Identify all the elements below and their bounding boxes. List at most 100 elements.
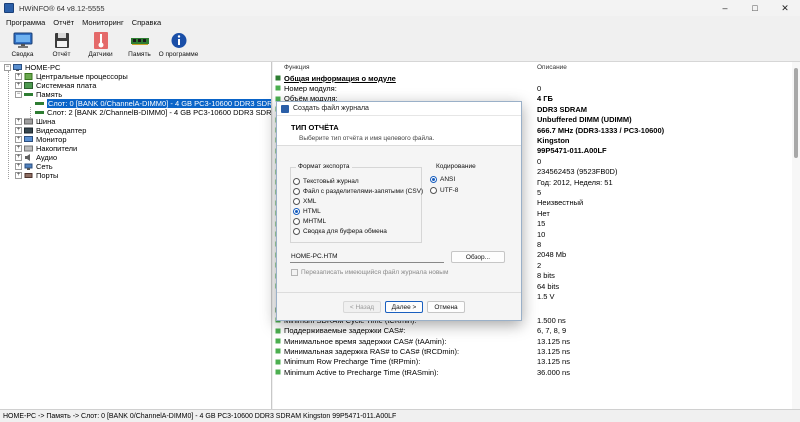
- tree-item-audio[interactable]: + Аудио: [15, 153, 57, 162]
- dialog-subtitle: Выберите тип отчёта и имя целевого файла…: [299, 135, 435, 142]
- memory-button[interactable]: Память: [120, 29, 159, 62]
- detail-value: Нет: [537, 208, 550, 218]
- radio-button[interactable]: [293, 217, 300, 225]
- detail-row[interactable]: Поддерживаемые задержки CAS#: 6, 7, 8, 9: [273, 326, 800, 336]
- column-header-function[interactable]: Функция: [284, 62, 310, 72]
- expand-icon[interactable]: +: [15, 136, 22, 143]
- encoding-label: Кодирование: [434, 163, 478, 170]
- minimize-icon[interactable]: –: [710, 0, 740, 16]
- format-clipboard-radio[interactable]: Сводка для буфера обмена: [293, 226, 387, 236]
- summary-label: Сводка: [11, 51, 34, 58]
- back-button[interactable]: < Назад: [343, 301, 381, 313]
- radio-button[interactable]: [293, 197, 300, 205]
- speaker-icon: [25, 154, 30, 161]
- scrollbar-thumb[interactable]: [794, 68, 798, 158]
- expand-icon[interactable]: +: [15, 154, 22, 161]
- radio-button[interactable]: [430, 186, 437, 194]
- detail-function: Минимальная задержка RAS# to CAS# (tRCDm…: [284, 346, 460, 356]
- tree-item-video[interactable]: + Видеоадаптер: [15, 126, 86, 135]
- radio-button[interactable]: [293, 227, 300, 235]
- detail-row[interactable]: Минимальное время задержки CAS# (tAAmin)…: [273, 336, 800, 346]
- detail-row[interactable]: Минимальная задержка RAS# to CAS# (tRCDm…: [273, 346, 800, 356]
- tree-item-label: Системная плата: [36, 81, 97, 90]
- radio-button[interactable]: [293, 187, 300, 195]
- floppy-disk-icon: [54, 33, 69, 48]
- dialog-title-bar: Создать файл журнала: [277, 102, 521, 116]
- radio-button[interactable]: [293, 177, 300, 185]
- overwrite-checkbox[interactable]: [291, 269, 298, 276]
- tree-item-drives[interactable]: + Накопители: [15, 144, 77, 153]
- tree-item-slot-2[interactable]: Слот: 2 [BANK 2/ChannelB-DIMM0] - 4 GB P…: [35, 108, 272, 117]
- tree-root[interactable]: − HOME-PC: [4, 63, 60, 72]
- tree-item-memory[interactable]: − Память: [15, 90, 62, 99]
- vertical-scrollbar[interactable]: [792, 62, 800, 409]
- menu-program[interactable]: Программа: [3, 18, 48, 27]
- collapse-icon[interactable]: −: [4, 64, 11, 71]
- property-icon: [275, 359, 281, 365]
- format-text-radio[interactable]: Текстовый журнал: [293, 176, 359, 186]
- format-html-radio[interactable]: HTML: [293, 206, 321, 216]
- maximize-icon[interactable]: □: [740, 0, 770, 16]
- detail-value: 2: [537, 260, 542, 270]
- detail-value: 10: [537, 229, 546, 239]
- radio-button[interactable]: [430, 175, 437, 183]
- detail-value: 1.500 ns: [537, 315, 566, 325]
- column-header-description[interactable]: Описание: [537, 62, 567, 72]
- summary-button[interactable]: Сводка: [3, 29, 42, 62]
- tree-item-label: Слот: 0 [BANK 0/ChannelA-DIMM0] - 4 GB P…: [47, 99, 271, 108]
- detail-value: 0: [537, 156, 542, 166]
- radio-label: Текстовый журнал: [303, 177, 359, 185]
- section-header-row[interactable]: Общая информация о модуле: [273, 73, 800, 83]
- overwrite-checkbox-row[interactable]: Перезаписать имеющийся файл журнала новы…: [291, 269, 448, 276]
- menu-monitoring[interactable]: Мониторинг: [79, 18, 127, 27]
- expand-icon[interactable]: +: [15, 127, 22, 134]
- filename-input[interactable]: HOME-PC.HTM: [290, 251, 444, 263]
- detail-row[interactable]: Номер модуля: 0: [273, 83, 800, 93]
- radio-label: UTF-8: [440, 186, 459, 194]
- expand-icon[interactable]: +: [15, 82, 22, 89]
- close-icon[interactable]: ✕: [770, 0, 800, 16]
- tree-item-slot-0[interactable]: Слот: 0 [BANK 0/ChannelA-DIMM0] - 4 GB P…: [35, 99, 271, 108]
- report-button[interactable]: Отчёт: [42, 29, 81, 62]
- expand-icon[interactable]: +: [15, 163, 22, 170]
- sensors-button[interactable]: Датчики: [81, 29, 120, 62]
- about-label: О программе: [158, 51, 199, 58]
- tree-item-monitor[interactable]: + Монитор: [15, 135, 67, 144]
- tree-item-label: Слот: 2 [BANK 2/ChannelB-DIMM0] - 4 GB P…: [47, 108, 272, 117]
- section-icon: [275, 75, 281, 81]
- browse-button[interactable]: Обзор...: [451, 251, 505, 263]
- tree-item-cpu[interactable]: + Центральные процессоры: [15, 72, 128, 81]
- radio-button[interactable]: [293, 207, 300, 215]
- cancel-button[interactable]: Отмена: [427, 301, 465, 313]
- expand-icon[interactable]: +: [15, 118, 22, 125]
- tree-item-motherboard[interactable]: + Системная плата: [15, 81, 96, 90]
- about-button[interactable]: О программе: [159, 29, 198, 62]
- detail-value: 13.125 ns: [537, 336, 570, 346]
- expand-icon[interactable]: +: [15, 172, 22, 179]
- detail-row[interactable]: Minimum Row Precharge Time (tRPmin): 13.1…: [273, 357, 800, 367]
- tree-item-bus[interactable]: + Шина: [15, 117, 55, 126]
- detail-function: Общая информация о модуле: [284, 73, 396, 83]
- tree-item-ports[interactable]: + Порты: [15, 171, 58, 180]
- encoding-ansi-radio[interactable]: ANSI: [430, 174, 455, 184]
- format-mhtml-radio[interactable]: MHTML: [293, 216, 326, 226]
- expand-icon[interactable]: +: [15, 145, 22, 152]
- expand-icon[interactable]: +: [15, 73, 22, 80]
- encoding-utf8-radio[interactable]: UTF-8: [430, 185, 458, 195]
- monitor-icon: [24, 136, 33, 142]
- toolbar: Сводка Отчёт Датчики Память О программе: [0, 29, 800, 62]
- tree-item-network[interactable]: + Сеть: [15, 162, 53, 171]
- menu-report[interactable]: Отчёт: [50, 18, 77, 27]
- collapse-icon[interactable]: −: [15, 91, 22, 98]
- menu-help[interactable]: Справка: [129, 18, 164, 27]
- memory-label: Память: [128, 51, 151, 58]
- drive-icon: [24, 145, 33, 152]
- detail-value: 1.5 V: [537, 291, 555, 301]
- status-bar: HOME-PC -> Память -> Слот: 0 [BANK 0/Cha…: [0, 409, 800, 422]
- cpu-icon: [24, 73, 33, 80]
- format-csv-radio[interactable]: Файл с разделителями-запятыми (CSV): [293, 186, 423, 196]
- detail-row[interactable]: Minimum Active to Precharge Time (tRASmi…: [273, 367, 800, 377]
- next-button[interactable]: Далее >: [385, 301, 423, 313]
- format-xml-radio[interactable]: XML: [293, 196, 316, 206]
- tree-item-label: Сеть: [36, 162, 53, 171]
